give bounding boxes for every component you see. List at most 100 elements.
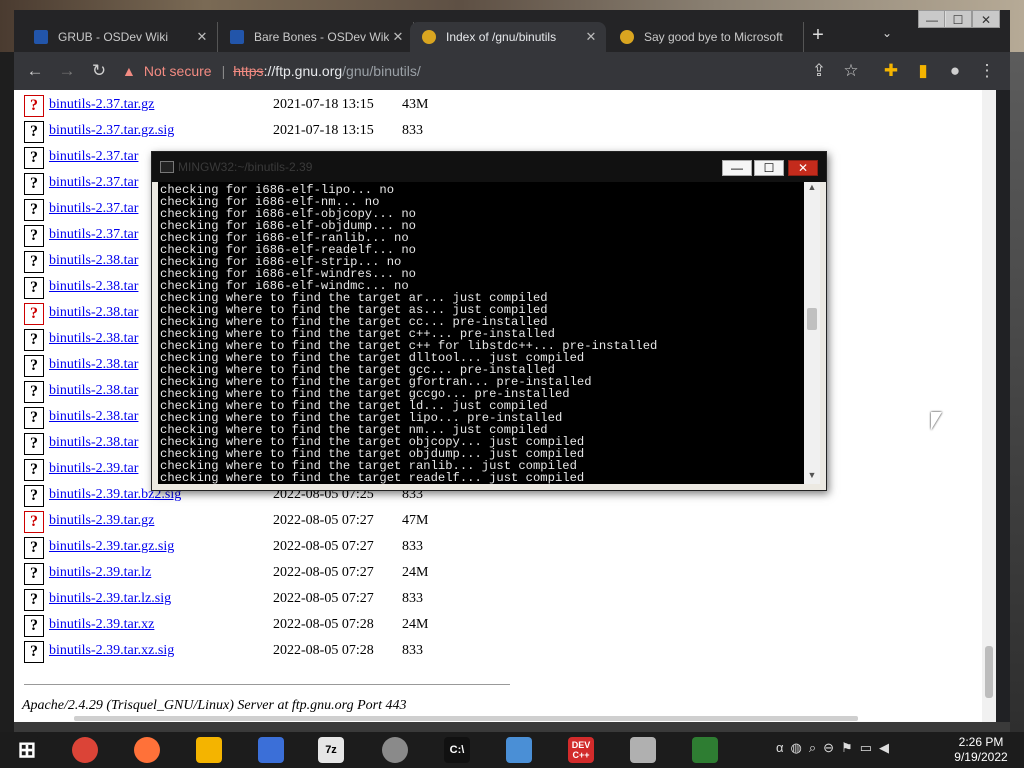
- file-link[interactable]: binutils-2.37.tar: [49, 227, 138, 243]
- taskbar-package-tool-button[interactable]: [624, 735, 662, 765]
- file-link[interactable]: binutils-2.39.tar.gz: [49, 513, 154, 529]
- listing-row: ? binutils-2.39.tar.xz 2022-08-05 07:28 24M: [24, 612, 584, 638]
- tab-bare-bones[interactable]: Bare Bones - OSDev Wiki ✕: [218, 22, 414, 52]
- terminal-minimize-icon[interactable]: —: [722, 160, 752, 176]
- search-icon[interactable]: ⌕: [809, 740, 816, 762]
- address-bar[interactable]: ▲ Not secure | https ://ftp.gnu.org /gnu…: [122, 58, 792, 84]
- unknown-file-icon: ?: [24, 589, 44, 611]
- tab-search-icon[interactable]: ⌄: [882, 26, 892, 40]
- file-link[interactable]: binutils-2.37.tar: [49, 175, 138, 191]
- file-link[interactable]: binutils-2.39.tar: [49, 461, 138, 477]
- file-link[interactable]: binutils-2.39.tar.gz.sig: [49, 539, 174, 555]
- file-link[interactable]: binutils-2.38.tar: [49, 383, 138, 399]
- file-link[interactable]: binutils-2.37.tar.gz: [49, 97, 154, 113]
- file-size: 833: [402, 539, 423, 554]
- tab-say-good-bye[interactable]: Say good bye to Microsoft: [608, 22, 804, 52]
- file-link[interactable]: binutils-2.38.tar: [49, 331, 138, 347]
- tab-close-icon[interactable]: ✕: [582, 29, 600, 45]
- tab-close-icon[interactable]: ✕: [389, 29, 407, 45]
- file-link[interactable]: binutils-2.38.tar: [49, 279, 138, 295]
- browser-toolbar: ← → ↻ ▲ Not secure | https ://ftp.gnu.or…: [14, 52, 1010, 90]
- tab-close-icon[interactable]: ✕: [193, 29, 211, 45]
- unknown-file-icon: ?: [24, 459, 44, 481]
- unknown-file-icon: ?: [24, 355, 44, 377]
- clock-time: 2:26 PM: [958, 735, 1004, 749]
- file-link[interactable]: binutils-2.39.tar.lz: [49, 565, 151, 581]
- page-scrollbar[interactable]: [982, 90, 996, 722]
- terminal-window[interactable]: MINGW32:~/binutils-2.39 — ☐ ✕ checking f…: [151, 151, 827, 491]
- file-link[interactable]: binutils-2.37.tar: [49, 149, 138, 165]
- forward-arrow-icon[interactable]: →: [56, 60, 78, 82]
- taskbar-disc-burner-button[interactable]: [376, 735, 414, 765]
- tab-index-binutils[interactable]: Index of /gnu/binutils ✕: [410, 22, 606, 52]
- taskbar-calculator-button[interactable]: [500, 735, 538, 765]
- tab-label: Index of /gnu/binutils: [446, 30, 557, 44]
- terminal-close-icon[interactable]: ✕: [788, 160, 818, 176]
- file-link[interactable]: binutils-2.38.tar: [49, 253, 138, 269]
- not-secure-label[interactable]: Not secure: [144, 63, 212, 79]
- server-signature: Apache/2.4.29 (Trisquel_GNU/Linux) Serve…: [22, 698, 407, 713]
- battery-icon[interactable]: ▭: [860, 740, 872, 762]
- unknown-file-icon: ?: [24, 407, 44, 429]
- archive-file-icon: ?: [24, 303, 44, 325]
- new-tab-button[interactable]: +: [806, 24, 830, 47]
- archive-file-icon: ?: [24, 511, 44, 533]
- terminal-titlebar[interactable]: MINGW32:~/binutils-2.39 — ☐ ✕: [152, 152, 826, 182]
- taskbar-firefox-button[interactable]: [128, 735, 166, 765]
- taskbar-devcpp-button[interactable]: DEV C++: [562, 735, 600, 765]
- bookmark-star-icon[interactable]: ☆: [840, 60, 862, 82]
- back-arrow-icon[interactable]: ←: [24, 60, 46, 82]
- profile-avatar-icon[interactable]: ●: [944, 60, 966, 82]
- flag-icon[interactable]: ⚑: [841, 740, 853, 762]
- taskbar-network-tool-button[interactable]: [252, 735, 290, 765]
- file-date: 2022-08-05 07:28: [273, 643, 374, 658]
- page-scrollbar-thumb[interactable]: [985, 646, 993, 698]
- terminal-maximize-icon[interactable]: ☐: [754, 160, 784, 176]
- file-link[interactable]: binutils-2.38.tar: [49, 409, 138, 425]
- system-clock[interactable]: 2:26 PM 9/19/2022: [946, 735, 1016, 765]
- file-link[interactable]: binutils-2.38.tar: [49, 357, 138, 373]
- file-link[interactable]: binutils-2.39.tar.xz.sig: [49, 643, 174, 659]
- listing-row: ? binutils-2.39.tar.gz 2022-08-05 07:27 47M: [24, 508, 584, 534]
- maximize-icon[interactable]: ☐: [944, 10, 972, 28]
- file-link[interactable]: binutils-2.38.tar: [49, 435, 138, 451]
- minimize-icon[interactable]: —: [918, 10, 946, 28]
- file-link[interactable]: binutils-2.37.tar.gz.sig: [49, 123, 174, 139]
- close-icon[interactable]: ✕: [972, 10, 1000, 28]
- speaker-icon[interactable]: ◀: [879, 740, 889, 762]
- side-panel-icon[interactable]: ▮: [912, 60, 934, 82]
- file-link[interactable]: binutils-2.39.tar.xz: [49, 617, 154, 633]
- volume-mute-icon[interactable]: ⊖: [823, 740, 834, 762]
- horizontal-scrollbar[interactable]: [74, 716, 858, 721]
- terminal-scrollbar-thumb[interactable]: [807, 308, 817, 330]
- reload-icon[interactable]: ↻: [88, 60, 110, 82]
- scroll-down-arrow-icon[interactable]: ▼: [804, 470, 820, 484]
- file-link[interactable]: binutils-2.39.tar.lz.sig: [49, 591, 171, 607]
- file-date: 2021-07-18 13:15: [273, 123, 374, 138]
- unknown-file-icon: ?: [24, 251, 44, 273]
- taskbar-terminal-button[interactable]: C:\: [438, 735, 476, 765]
- disc-burner-icon: [382, 737, 408, 763]
- terminal-output[interactable]: checking for i686-elf-lipo... no checkin…: [158, 182, 804, 484]
- share-icon[interactable]: ⇪: [808, 60, 830, 82]
- system-tray: α ◍ ⌕ ⊖ ⚑ ▭ ◀: [776, 740, 889, 762]
- extensions-puzzle-icon[interactable]: ✚: [880, 60, 902, 82]
- taskbar-chrome-button[interactable]: [66, 735, 104, 765]
- file-link[interactable]: binutils-2.38.tar: [49, 305, 138, 321]
- unknown-file-icon: ?: [24, 147, 44, 169]
- network-globe-icon[interactable]: ◍: [791, 740, 802, 762]
- listing-row: ? binutils-2.39.tar.gz.sig 2022-08-05 07:2…: [24, 534, 584, 560]
- taskbar-notepad-button[interactable]: [686, 735, 724, 765]
- taskbar-file-explorer-button[interactable]: [190, 735, 228, 765]
- url-scheme: https: [233, 63, 264, 79]
- file-link[interactable]: binutils-2.37.tar: [49, 201, 138, 217]
- ime-icon[interactable]: α: [776, 740, 784, 762]
- taskbar-start-button[interactable]: ⊞: [8, 735, 46, 765]
- terminal-lines: checking for i686-elf-lipo... no checkin…: [158, 182, 804, 484]
- scroll-up-arrow-icon[interactable]: ▲: [804, 182, 820, 196]
- tab-grub-osdev[interactable]: GRUB - OSDev Wiki ✕: [22, 22, 218, 52]
- file-size: 833: [402, 643, 423, 658]
- taskbar-7zip-button[interactable]: 7z: [312, 735, 350, 765]
- menu-kebab-icon[interactable]: ⋮: [976, 60, 998, 82]
- terminal-scrollbar[interactable]: ▲ ▼: [804, 182, 820, 484]
